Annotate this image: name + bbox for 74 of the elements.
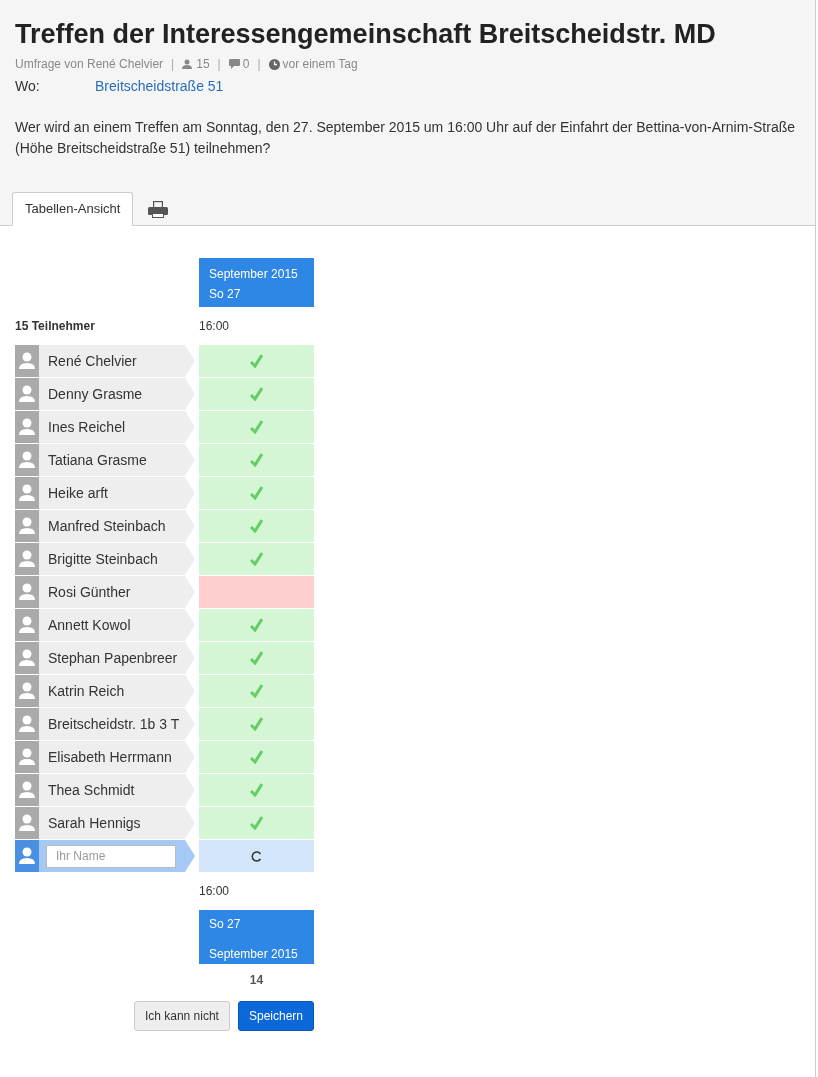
participant-count: 15 [196, 56, 210, 73]
avatar-icon [15, 411, 39, 443]
avatar-icon [15, 840, 39, 872]
participant-name: Sarah Hennigs [48, 813, 141, 833]
check-icon [250, 486, 263, 500]
poll-title: Treffen der Interessengemeinschaft Breitscheidstr. MD [15, 18, 717, 51]
author-text: Umfrage von René Chelvier [15, 56, 164, 73]
vote-cell[interactable] [199, 840, 314, 872]
decline-button[interactable]: Ich kann nicht [133, 1001, 230, 1031]
avatar-icon [15, 543, 39, 575]
yes-count: 14 [248, 972, 265, 989]
comment-count: 0 [242, 56, 250, 73]
participant-name: Heike arft [48, 483, 108, 503]
check-icon [250, 387, 263, 401]
location-label: Wo: [15, 76, 41, 96]
avatar-icon [15, 477, 39, 509]
check-icon [250, 783, 263, 797]
avatar-icon [15, 642, 39, 674]
avatar-icon [15, 345, 39, 377]
person-icon [182, 59, 193, 69]
participant-name: René Chelvier [48, 351, 137, 371]
check-icon [250, 453, 263, 467]
avatar-icon [15, 675, 39, 707]
check-icon [250, 420, 263, 434]
participant-count: 15 Teilnehmer [15, 318, 95, 335]
participant-name: Breitscheidstr. 1b 3 T [48, 714, 180, 734]
check-icon [250, 552, 263, 566]
avatar-icon [15, 708, 39, 740]
comment-icon [228, 59, 240, 69]
poll-question: Wer wird an einem Treffen am Sonntag, den 27. September 2015 um 16:00 Uhr auf der Einfahrt der Bettina-von-Arnim-Straße (Höhe Breitscheidstraße 51) teilnehmen? [15, 118, 796, 158]
participant-name: Ines Reichel [48, 417, 126, 437]
avatar-icon [15, 510, 39, 542]
participant-name: Stephan Papenbreer [48, 648, 178, 668]
avatar-icon [15, 444, 39, 476]
month-label: September 2015 [209, 946, 299, 962]
separator: | [257, 56, 261, 73]
avatar-icon [15, 807, 39, 839]
participant-name: Tatiana Grasme [48, 450, 147, 470]
check-icon [250, 750, 263, 764]
check-icon [250, 651, 263, 665]
time-ago: vor einem Tag [282, 56, 358, 73]
check-icon [250, 519, 263, 533]
time-label: 16:00 [199, 883, 230, 900]
save-button[interactable]: Speichern [237, 1001, 314, 1031]
name-field[interactable]: Ihr Name [46, 844, 176, 868]
printer-icon [148, 200, 169, 218]
tab[interactable]: Tabellen-Ansicht [12, 192, 134, 226]
check-icon [250, 618, 263, 632]
separator: | [217, 56, 221, 73]
avatar-icon [15, 378, 39, 410]
check-icon [250, 354, 263, 368]
day-label: So 27 [209, 286, 242, 303]
participant-name: Rosi Günther [48, 582, 131, 602]
separator: | [171, 56, 175, 73]
check-icon [250, 684, 263, 698]
participant-name: Denny Grasme [48, 384, 143, 404]
participant-name: Brigitte Steinbach [48, 549, 158, 569]
day-label: So 27 [209, 916, 242, 932]
month-label: September 2015 [209, 266, 299, 283]
check-icon [250, 816, 263, 830]
avatar-icon [15, 741, 39, 773]
location-link[interactable]: Breitscheidstraße 51 [95, 75, 224, 97]
participant-name: Katrin Reich [48, 681, 125, 701]
participant-name: Elisabeth Herrmann [48, 747, 172, 767]
avatar-icon [15, 609, 39, 641]
clock-icon [268, 58, 280, 70]
avatar-icon [15, 774, 39, 806]
participant-name: Manfred Steinbach [48, 516, 166, 536]
avatar-icon [15, 576, 39, 608]
participant-name: Thea Schmidt [48, 780, 135, 800]
check-icon [250, 717, 263, 731]
time-label: 16:00 [199, 318, 230, 335]
participant-name: Annett Kowol [48, 615, 131, 635]
spinner-icon [251, 850, 262, 862]
